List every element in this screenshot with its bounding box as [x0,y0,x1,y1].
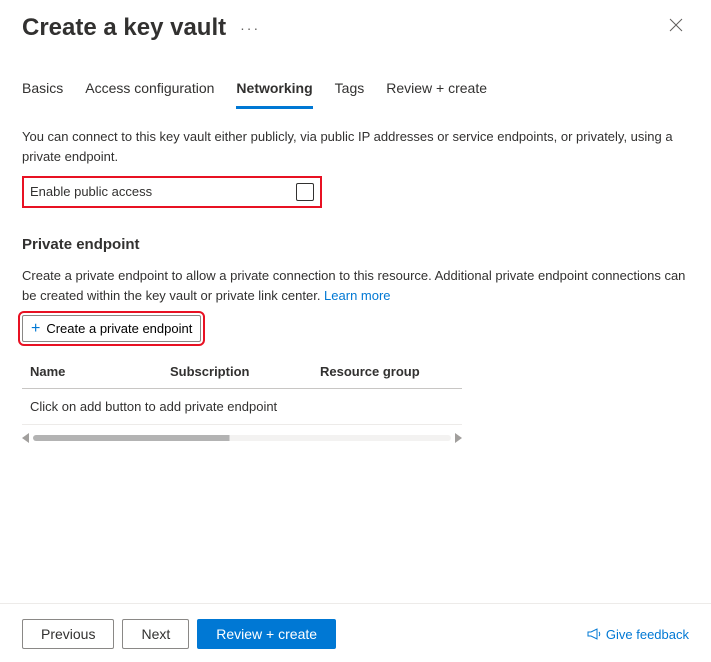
tab-basics[interactable]: Basics [22,80,63,109]
scroll-thumb[interactable] [33,435,451,441]
private-endpoint-description: Create a private endpoint to allow a pri… [22,266,689,305]
review-create-button[interactable]: Review + create [197,619,336,649]
create-private-endpoint-button[interactable]: + Create a private endpoint [22,315,201,342]
col-header-name: Name [30,362,170,382]
private-endpoint-table: Name Subscription Resource group Click o… [22,356,462,425]
col-header-subscription: Subscription [170,362,320,382]
enable-public-access-checkbox[interactable] [296,183,314,201]
megaphone-icon [586,626,602,642]
more-actions-button[interactable]: ··· [240,20,260,36]
col-header-resource-group: Resource group [320,362,454,382]
tab-tags[interactable]: Tags [335,80,365,109]
enable-public-access-label: Enable public access [30,182,296,202]
table-empty-row: Click on add button to add private endpo… [22,389,462,426]
next-button[interactable]: Next [122,619,189,649]
close-button[interactable] [669,18,689,38]
scroll-right-arrow-icon[interactable] [455,433,462,443]
learn-more-link[interactable]: Learn more [324,288,390,303]
networking-description: You can connect to this key vault either… [22,127,689,166]
footer: Previous Next Review + create Give feedb… [0,606,711,662]
scroll-left-arrow-icon[interactable] [22,433,29,443]
tab-strip: Basics Access configuration Networking T… [0,42,711,109]
table-header: Name Subscription Resource group [22,356,462,389]
private-endpoint-heading: Private endpoint [22,234,689,257]
footer-divider [0,603,711,604]
create-private-endpoint-label: Create a private endpoint [46,321,192,336]
close-icon [669,18,683,32]
tab-networking[interactable]: Networking [236,80,312,109]
give-feedback-label: Give feedback [606,627,689,642]
page-title: Create a key vault [22,14,226,42]
plus-icon: + [31,322,40,336]
table-hscroll[interactable] [22,433,462,443]
tab-access-configuration[interactable]: Access configuration [85,80,214,109]
previous-button[interactable]: Previous [22,619,114,649]
give-feedback-link[interactable]: Give feedback [586,626,689,642]
enable-public-access-row: Enable public access [22,176,322,208]
tab-review-create[interactable]: Review + create [386,80,487,109]
